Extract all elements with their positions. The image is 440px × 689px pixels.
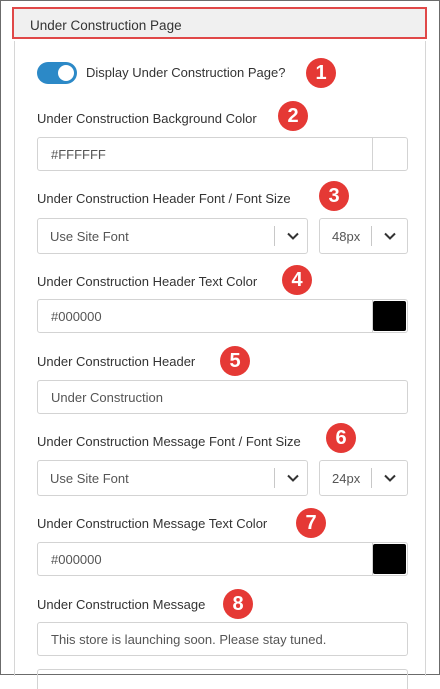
background-color-swatch[interactable] xyxy=(373,139,406,169)
callout-badge-5: 5 xyxy=(220,346,250,376)
header-text-value: Under Construction xyxy=(51,390,163,405)
message-font-label: Under Construction Message Font / Font S… xyxy=(37,434,301,449)
next-field-partial[interactable] xyxy=(37,669,408,689)
message-font-size-value: 24px xyxy=(332,471,361,486)
callout-badge-8: 8 xyxy=(223,589,253,619)
message-text-color-label: Under Construction Message Text Color xyxy=(37,516,268,531)
panel-title: Under Construction Page xyxy=(30,18,182,33)
header-text-input[interactable]: Under Construction xyxy=(37,380,408,414)
header-font-select[interactable]: Use Site Font xyxy=(37,218,308,254)
select-separator xyxy=(371,468,372,488)
message-text-value: This store is launching soon. Please sta… xyxy=(51,632,327,647)
display-toggle-label: Display Under Construction Page? xyxy=(86,65,286,80)
header-text-color-swatch[interactable] xyxy=(373,301,406,331)
section-border-right xyxy=(425,41,426,676)
header-font-label: Under Construction Header Font / Font Si… xyxy=(37,191,291,206)
header-font-value: Use Site Font xyxy=(50,229,129,244)
callout-badge-3: 3 xyxy=(319,181,349,211)
background-color-input[interactable]: #FFFFFF xyxy=(37,137,408,171)
callout-badge-4: 4 xyxy=(282,265,312,295)
select-separator xyxy=(274,468,275,488)
callout-badge-1: 1 xyxy=(306,58,336,88)
message-text-input[interactable]: This store is launching soon. Please sta… xyxy=(37,622,408,656)
callout-badge-2: 2 xyxy=(278,101,308,131)
chevron-down-icon xyxy=(384,474,396,482)
callout-badge-6: 6 xyxy=(326,423,356,453)
chevron-down-icon xyxy=(287,474,299,482)
message-font-value: Use Site Font xyxy=(50,471,129,486)
header-font-size-select[interactable]: 48px xyxy=(319,218,408,254)
header-font-size-value: 48px xyxy=(332,229,361,244)
display-under-construction-toggle[interactable] xyxy=(37,62,77,84)
select-separator xyxy=(274,226,275,246)
message-font-size-select[interactable]: 24px xyxy=(319,460,408,496)
message-font-select[interactable]: Use Site Font xyxy=(37,460,308,496)
message-text-label: Under Construction Message xyxy=(37,597,206,612)
header-text-label: Under Construction Header xyxy=(37,354,196,369)
panel-header[interactable]: Under Construction Page xyxy=(12,7,427,39)
header-text-color-label: Under Construction Header Text Color xyxy=(37,274,258,289)
section-border-left xyxy=(14,41,15,676)
chevron-down-icon xyxy=(287,232,299,240)
background-color-value: #FFFFFF xyxy=(51,147,106,162)
toggle-knob xyxy=(58,65,74,81)
callout-badge-7: 7 xyxy=(296,508,326,538)
header-text-color-input[interactable]: #000000 xyxy=(37,299,408,333)
message-text-color-input[interactable]: #000000 xyxy=(37,542,408,576)
header-text-color-value: #000000 xyxy=(51,309,102,324)
select-separator xyxy=(371,226,372,246)
chevron-down-icon xyxy=(384,232,396,240)
message-text-color-value: #000000 xyxy=(51,552,102,567)
message-text-color-swatch[interactable] xyxy=(373,544,406,574)
settings-window: Under Construction Page Display Under Co… xyxy=(0,0,440,689)
background-color-label: Under Construction Background Color xyxy=(37,111,257,126)
